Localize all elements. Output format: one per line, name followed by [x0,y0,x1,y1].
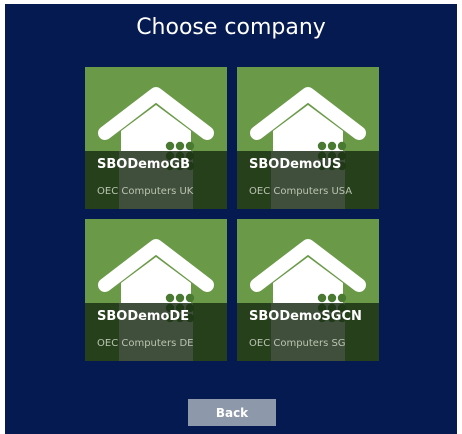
page-title: Choose company [136,15,326,40]
choose-company-window: Choose company SBODemoGB OEC Computers U… [5,4,457,434]
company-tile-sbodemosgcn[interactable]: SBODemoSGCN OEC Computers SG [237,219,379,361]
company-description: OEC Computers UK [97,186,194,197]
company-name: SBODemoSGCN [249,309,362,324]
company-tile-sbodemogb[interactable]: SBODemoGB OEC Computers UK [85,67,227,209]
company-tile-sbodemous[interactable]: SBODemoUS OEC Computers USA [237,67,379,209]
company-description: OEC Computers SG [249,338,346,349]
company-name: SBODemoGB [97,157,190,172]
company-name: SBODemoUS [249,157,342,172]
company-description: OEC Computers DE [97,338,194,349]
company-name: SBODemoDE [97,309,190,324]
back-button[interactable]: Back [188,399,276,426]
company-tile-sbodemode[interactable]: SBODemoDE OEC Computers DE [85,219,227,361]
company-description: OEC Computers USA [249,186,353,197]
